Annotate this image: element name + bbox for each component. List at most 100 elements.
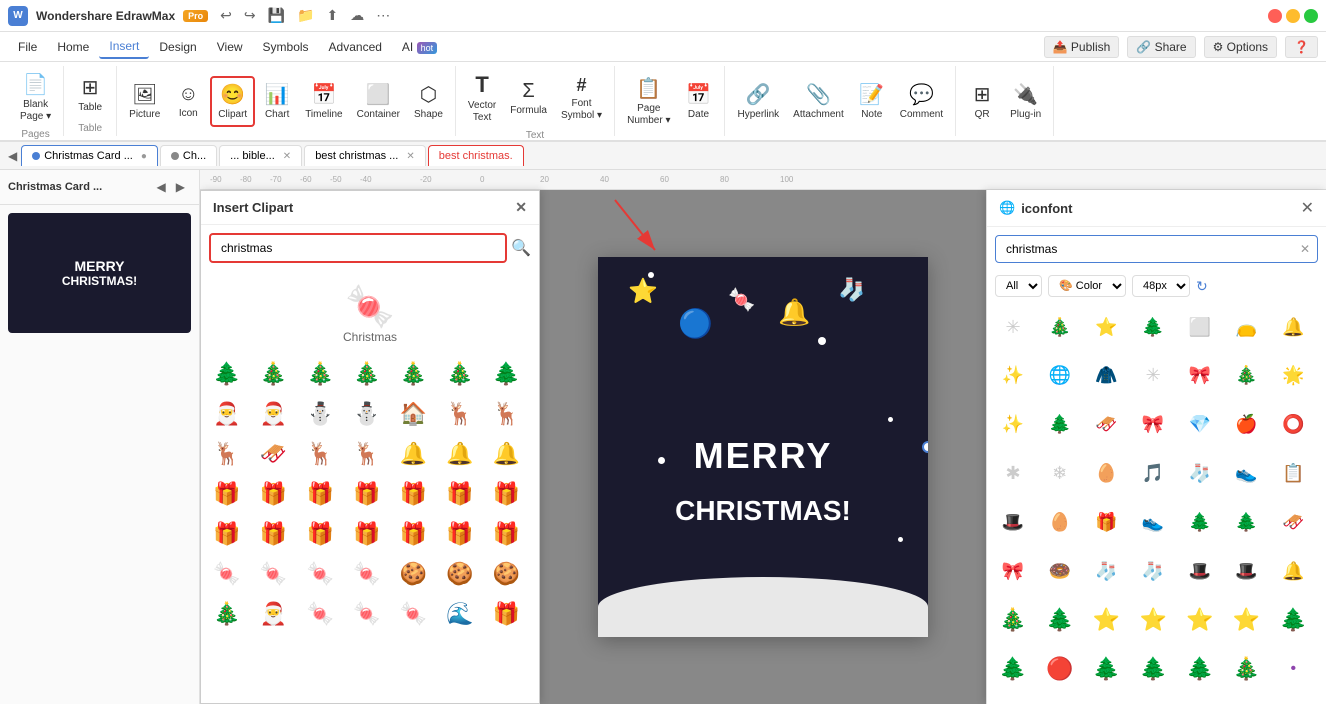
- note-button[interactable]: 📝 Note: [852, 78, 892, 125]
- clipart-item[interactable]: 🍬: [302, 596, 338, 632]
- tab-bible[interactable]: ... bible... ✕: [219, 145, 302, 166]
- tab-christmas-card[interactable]: Christmas Card ... ●: [21, 145, 158, 166]
- clipart-item[interactable]: 🦌: [349, 436, 385, 472]
- iconfont-item[interactable]: 🔴: [1042, 651, 1078, 687]
- iconfont-item[interactable]: 👟: [1135, 505, 1171, 541]
- blank-page-button[interactable]: 📄 BlankPage ▾: [14, 68, 57, 127]
- iconfont-item[interactable]: 🎄: [1229, 651, 1265, 687]
- iconfont-item[interactable]: 🎩: [995, 505, 1031, 541]
- iconfont-item[interactable]: 🌲: [1088, 651, 1124, 687]
- export-button[interactable]: ⬆: [323, 5, 343, 26]
- iconfont-item[interactable]: 🧦: [1182, 456, 1218, 492]
- iconfont-filter-color[interactable]: 🎨 Color: [1048, 275, 1126, 297]
- iconfont-item[interactable]: 🧦: [1088, 553, 1124, 589]
- iconfont-item[interactable]: 🧥: [1088, 358, 1124, 394]
- iconfont-item[interactable]: 🎀: [1135, 407, 1171, 443]
- clipart-item[interactable]: 🎁: [488, 516, 524, 552]
- iconfont-item[interactable]: 👟: [1229, 456, 1265, 492]
- iconfont-item[interactable]: ✳: [1135, 358, 1171, 394]
- picture-button[interactable]: 🖼 Picture: [123, 78, 166, 125]
- resize-handle[interactable]: [922, 441, 928, 453]
- clipart-item[interactable]: 🎅: [209, 396, 245, 432]
- iconfont-item[interactable]: 🌲: [1135, 651, 1171, 687]
- maximize-window-button[interactable]: [1304, 9, 1318, 23]
- clipart-item[interactable]: 🎁: [488, 476, 524, 512]
- iconfont-item[interactable]: 🔔: [1275, 309, 1311, 345]
- iconfont-search-clear-button[interactable]: ✕: [1300, 242, 1310, 256]
- tab-close-button[interactable]: ✕: [406, 151, 414, 162]
- menu-advanced[interactable]: Advanced: [319, 36, 392, 58]
- clipart-item[interactable]: 🎁: [349, 516, 385, 552]
- chart-button[interactable]: 📊 Chart: [257, 78, 297, 125]
- clipart-item[interactable]: 🍪: [442, 556, 478, 592]
- clipart-button[interactable]: 😊 Clipart: [210, 76, 255, 127]
- iconfont-item[interactable]: 🌟: [1275, 358, 1311, 394]
- clipart-item[interactable]: 🎁: [256, 516, 292, 552]
- clipart-item[interactable]: 🌊: [442, 596, 478, 632]
- menu-symbols[interactable]: Symbols: [253, 36, 319, 58]
- iconfont-item[interactable]: 🌲: [1229, 505, 1265, 541]
- clipart-item[interactable]: 🌲: [209, 356, 245, 392]
- iconfont-close-button[interactable]: ✕: [1301, 198, 1314, 218]
- iconfont-item[interactable]: 🧦: [1135, 553, 1171, 589]
- iconfont-item[interactable]: 🎵: [1135, 456, 1171, 492]
- tab-best-christmas1[interactable]: best christmas ... ✕: [304, 145, 426, 166]
- clipart-item[interactable]: 🎁: [349, 476, 385, 512]
- iconfont-item[interactable]: ⭐: [1135, 602, 1171, 638]
- clipart-item[interactable]: 🍬: [256, 556, 292, 592]
- iconfont-item[interactable]: ⬜: [1182, 309, 1218, 345]
- clipart-item[interactable]: 🏠: [395, 396, 431, 432]
- iconfont-item[interactable]: 🎩: [1182, 553, 1218, 589]
- clipart-item[interactable]: 🎁: [302, 516, 338, 552]
- close-window-button[interactable]: [1268, 9, 1282, 23]
- iconfont-item[interactable]: 🌲: [1275, 602, 1311, 638]
- clipart-item[interactable]: 🍪: [395, 556, 431, 592]
- iconfont-search-input[interactable]: [995, 235, 1318, 263]
- tab-best-christmas2[interactable]: best christmas.: [428, 145, 524, 166]
- iconfont-item[interactable]: 🌲: [1182, 651, 1218, 687]
- iconfont-item[interactable]: ❄: [1042, 456, 1078, 492]
- iconfont-item[interactable]: •: [1275, 651, 1311, 687]
- shape-button[interactable]: ⬡ Shape: [408, 78, 449, 125]
- iconfont-item[interactable]: ⭐: [1088, 602, 1124, 638]
- clipart-item[interactable]: 🎁: [395, 516, 431, 552]
- clipart-item[interactable]: 🍬: [349, 596, 385, 632]
- font-symbol-button[interactable]: # FontSymbol ▾: [555, 71, 608, 126]
- container-button[interactable]: ⬜ Container: [351, 78, 406, 125]
- iconfont-item[interactable]: ⭐: [1182, 602, 1218, 638]
- clipart-close-button[interactable]: ✕: [515, 199, 527, 216]
- page-number-button[interactable]: 📋 PageNumber ▾: [621, 72, 676, 131]
- clipart-search-input[interactable]: [209, 233, 507, 263]
- iconfont-filter-all[interactable]: All: [995, 275, 1042, 297]
- iconfont-item[interactable]: 🍩: [1042, 553, 1078, 589]
- iconfont-item[interactable]: 🎀: [995, 553, 1031, 589]
- iconfont-item[interactable]: 🍎: [1229, 407, 1265, 443]
- iconfont-item[interactable]: 🌲: [995, 651, 1031, 687]
- clipart-item[interactable]: 🦌: [209, 436, 245, 472]
- iconfont-item[interactable]: 📋: [1275, 456, 1311, 492]
- clipart-item[interactable]: 🎁: [395, 476, 431, 512]
- iconfont-item[interactable]: ✱: [995, 456, 1031, 492]
- open-button[interactable]: 📁: [293, 5, 318, 26]
- iconfont-item[interactable]: 🥚: [1088, 456, 1124, 492]
- iconfont-item[interactable]: 🔔: [1275, 553, 1311, 589]
- tab-ch[interactable]: Ch...: [160, 145, 217, 166]
- menu-ai[interactable]: AI hot: [392, 36, 447, 58]
- clipart-item[interactable]: 🎅: [256, 596, 292, 632]
- minimize-window-button[interactable]: [1286, 9, 1300, 23]
- vector-text-button[interactable]: T VectorText: [462, 68, 502, 128]
- clipart-item[interactable]: 🦌: [488, 396, 524, 432]
- table-button[interactable]: ⊞ Table: [70, 71, 110, 118]
- menu-home[interactable]: Home: [47, 36, 99, 58]
- sidebar-nav-next[interactable]: ▶: [172, 178, 189, 196]
- iconfont-item[interactable]: ✳: [995, 309, 1031, 345]
- help-button[interactable]: ❓: [1285, 36, 1318, 58]
- iconfont-filter-size[interactable]: 48px: [1132, 275, 1190, 297]
- iconfont-item[interactable]: 🌐: [1042, 358, 1078, 394]
- iconfont-item[interactable]: ✨: [995, 407, 1031, 443]
- iconfont-item[interactable]: ⭐: [1229, 602, 1265, 638]
- date-button[interactable]: 📅 Date: [678, 78, 718, 125]
- iconfont-item[interactable]: 🎀: [1182, 358, 1218, 394]
- icon-button[interactable]: ☺ Icon: [168, 79, 208, 124]
- clipart-item[interactable]: 🦌: [442, 396, 478, 432]
